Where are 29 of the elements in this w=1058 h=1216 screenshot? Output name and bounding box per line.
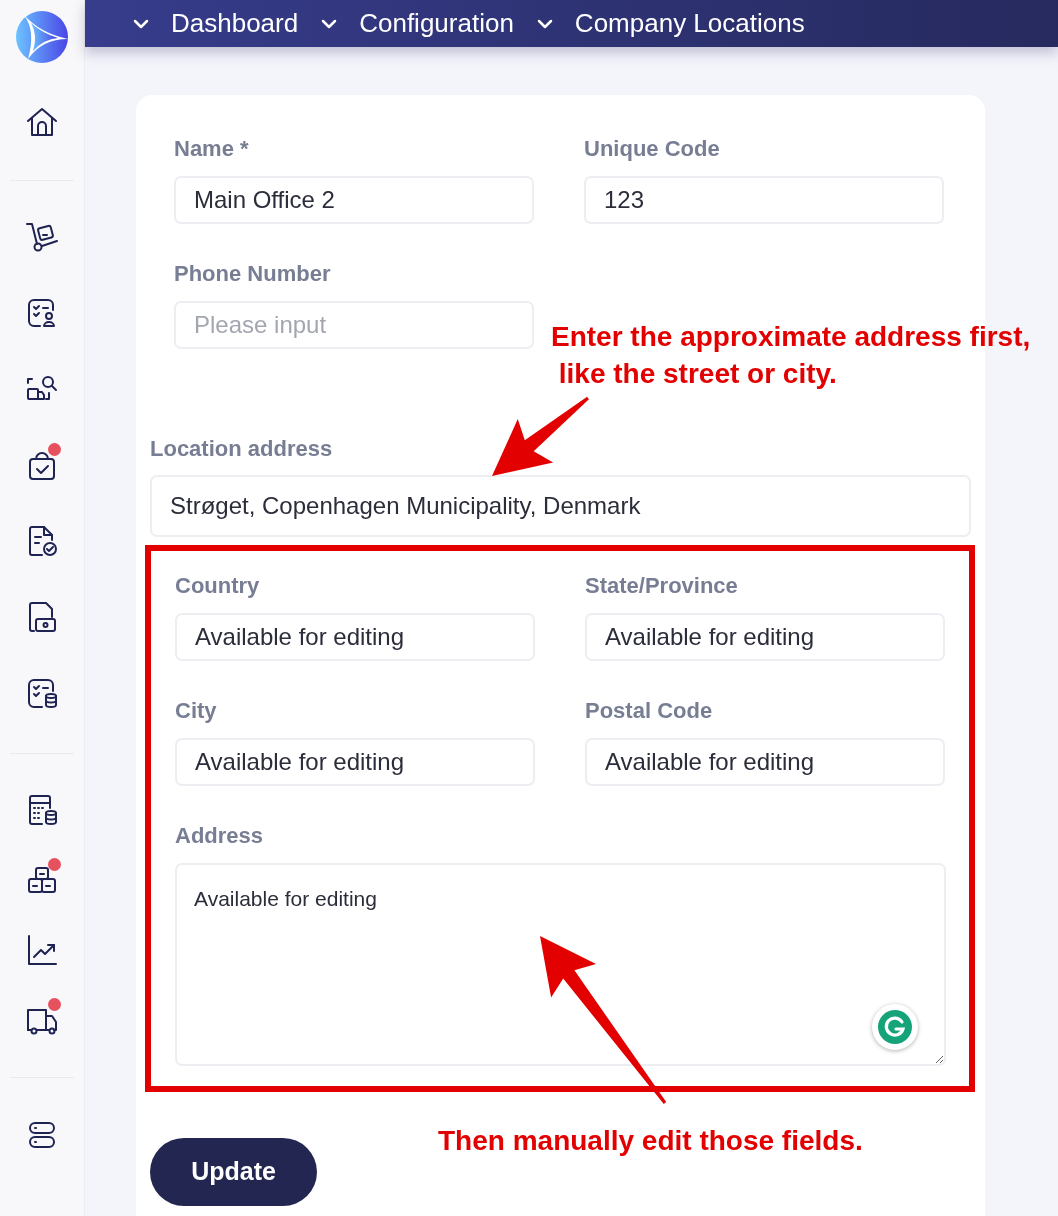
input-field[interactable]: Main Office 2 [174, 176, 534, 224]
annotation-text: Enter the approximate address first, like the street or city. [551, 320, 1031, 391]
input-field[interactable]: Available for editing [585, 613, 945, 661]
update-button[interactable]: Update [150, 1138, 317, 1206]
field-label: Unique Code [584, 135, 721, 163]
field-label: Phone Number [174, 260, 332, 288]
input-field[interactable]: Available for editing [585, 738, 945, 786]
text-area[interactable]: Available for editing [175, 863, 946, 1066]
breadcrumb-link[interactable]: Company Locations [535, 4, 805, 43]
field-label: Name * [174, 135, 250, 163]
input-field[interactable]: Strøget, Copenhagen Municipality, Denmark [150, 475, 971, 537]
input-field[interactable]: Please input [174, 301, 534, 349]
field-label: Postal Code [585, 697, 714, 725]
field-label: State/Province [585, 572, 739, 600]
breadcrumb-link[interactable]: Dashboard [132, 4, 299, 43]
input-field[interactable]: 123 [584, 176, 944, 224]
breadcrumb-link[interactable]: Configuration [320, 4, 514, 43]
chevron-down-icon [132, 17, 150, 30]
input-field[interactable]: Available for editing [175, 613, 535, 661]
chevron-down-icon [535, 17, 554, 30]
input-field[interactable]: Available for editing [175, 738, 535, 786]
field-label: Country [175, 572, 261, 600]
field-label: Location address [150, 435, 334, 463]
field-label: City [175, 697, 218, 725]
field-label: Address [175, 822, 265, 850]
assistant-icon[interactable] [872, 1004, 918, 1050]
chevron-down-icon [320, 17, 339, 30]
annotation-text: Then manually edit those fields. [438, 1124, 863, 1158]
logo-icon[interactable] [16, 11, 68, 63]
